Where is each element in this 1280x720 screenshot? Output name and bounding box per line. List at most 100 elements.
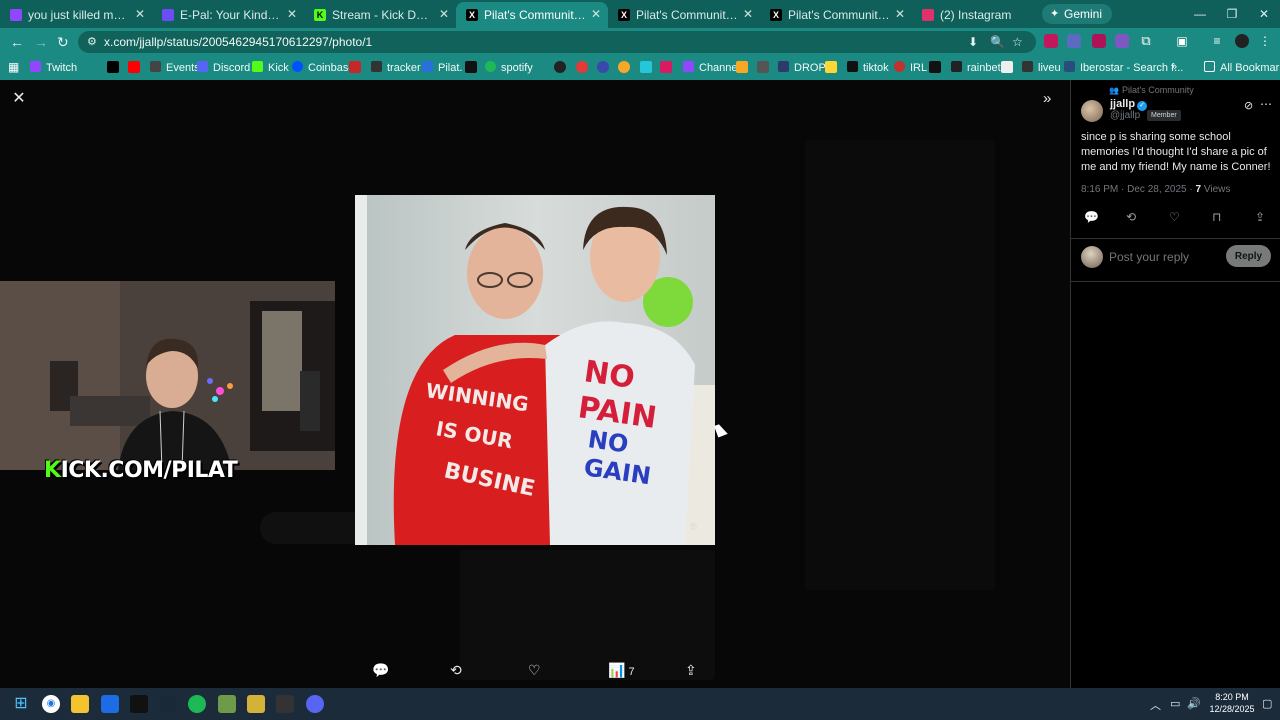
youtube-icon[interactable] <box>128 61 140 73</box>
bookmark-events[interactable]: Events <box>150 61 200 74</box>
post-photo[interactable]: WINNING IS OUR BUSINE NO PAIN NO GAIN <box>355 195 715 545</box>
close-icon[interactable]: ✕ <box>895 7 905 21</box>
tab-pilats-community[interactable]: X Pilat's Community Communi ✕ <box>760 2 912 28</box>
bookmark-star-icon[interactable]: ☆ <box>1012 35 1023 49</box>
close-icon[interactable]: ✕ <box>135 7 145 21</box>
tab-kick-dashboard[interactable]: K Stream - Kick Dashboard ✕ <box>304 2 456 28</box>
restore-button[interactable]: ❐ <box>1216 0 1248 28</box>
app-icon[interactable] <box>276 695 294 713</box>
share-icon[interactable]: ⇪ <box>685 662 697 679</box>
close-icon[interactable]: ✕ <box>287 7 297 21</box>
reading-list-icon[interactable]: ≡ <box>1210 34 1224 48</box>
profile-avatar[interactable] <box>1235 34 1249 48</box>
discord-icon[interactable] <box>306 695 324 713</box>
tray-chevron-icon[interactable]: ︿ <box>1150 697 1161 713</box>
extension-icon[interactable] <box>1092 34 1106 48</box>
extension-icon[interactable] <box>1044 34 1058 48</box>
bookmark-icon[interactable] <box>929 61 941 73</box>
bookmark-discord[interactable]: Discord <box>197 61 250 74</box>
expand-panel-icon[interactable]: » <box>1043 90 1051 107</box>
bookmark-spotify[interactable]: spotify <box>485 61 533 74</box>
minimize-button[interactable]: — <box>1184 0 1216 28</box>
bookmarks-overflow-icon[interactable]: » <box>1171 61 1177 73</box>
twitch-extension-icon[interactable] <box>1115 34 1129 48</box>
address-bar[interactable]: ⚙ x.com/jjallp/status/200546294517061229… <box>78 31 1036 53</box>
bookmark-drop[interactable]: DROP <box>778 61 826 74</box>
network-icon[interactable]: ▭ <box>1170 697 1180 710</box>
tab-epal[interactable]: E-Pal: Your Kind Teammates ✕ <box>152 2 304 28</box>
bookmark-icon[interactable]: ⊓ <box>1212 210 1221 224</box>
bookmark-icon[interactable] <box>576 61 588 73</box>
avatar[interactable] <box>1081 100 1103 122</box>
chrome-icon[interactable]: ◉ <box>42 695 60 713</box>
install-icon[interactable]: ⬇ <box>968 35 978 49</box>
community-label[interactable]: Pilat's Community <box>1109 85 1194 95</box>
epic-games-icon[interactable] <box>130 695 148 713</box>
bookmark-icon[interactable] <box>825 61 837 73</box>
author-handle[interactable]: @jjallp <box>1110 110 1140 121</box>
repost-icon[interactable]: ⟲ <box>1126 210 1136 224</box>
grok-icon[interactable]: ⊘ <box>1244 99 1253 112</box>
forward-button[interactable]: → <box>34 34 48 50</box>
views-button[interactable]: 📊 7 <box>608 662 635 679</box>
close-icon[interactable]: ✕ <box>10 90 28 108</box>
sidepanel-icon[interactable]: ▣ <box>1175 34 1189 48</box>
close-icon[interactable]: ✕ <box>439 7 449 21</box>
reply-input[interactable] <box>1109 248 1219 266</box>
start-icon[interactable]: ⊞ <box>12 695 30 713</box>
reply-icon[interactable]: 💬 <box>1084 210 1099 224</box>
back-button[interactable]: ← <box>10 34 24 50</box>
gemini-button[interactable]: Gemini <box>1041 4 1112 24</box>
post-timestamp[interactable]: 8:16 PM · Dec 28, 2025 · <box>1081 184 1196 195</box>
steam-icon[interactable] <box>159 695 177 713</box>
bookmark-irl[interactable]: IRL <box>894 61 927 74</box>
notification-icon[interactable]: ▢ <box>1262 697 1272 710</box>
repost-icon[interactable]: ⟲ <box>450 662 462 679</box>
bookmark-icon[interactable] <box>597 61 609 73</box>
all-bookmarks[interactable]: All Bookmarks <box>1204 61 1280 74</box>
menu-kebab-icon[interactable]: ⋮ <box>1258 34 1272 48</box>
bookmark-icon[interactable] <box>660 61 672 73</box>
bookmark-icon[interactable] <box>349 61 361 73</box>
zoom-icon[interactable]: 🔍 <box>990 35 1005 49</box>
share-icon[interactable]: ⇪ <box>1255 210 1265 224</box>
reply-button[interactable]: Reply <box>1226 245 1271 267</box>
bookmark-rainbet[interactable]: rainbet <box>951 61 1001 74</box>
puzzle-icon[interactable]: ⧉ <box>1139 34 1153 48</box>
bookmark-tiktok[interactable]: tiktok <box>847 61 889 74</box>
bookmark-kick[interactable]: Kick <box>252 61 289 74</box>
system-clock[interactable]: 8:20 PM 12/28/2025 <box>1208 691 1256 715</box>
bookmark-icon[interactable] <box>465 61 477 73</box>
tab-pilats-community[interactable]: X Pilat's Community Communi ✕ <box>608 2 760 28</box>
bookmark-icon[interactable] <box>640 61 652 73</box>
app-icon[interactable] <box>101 695 119 713</box>
volume-icon[interactable]: 🔊 <box>1187 697 1201 710</box>
bookmark-tracker[interactable]: tracker <box>371 61 421 74</box>
tab-pilats-community-active[interactable]: X Pilat's Community Communi ✕ <box>456 2 608 28</box>
like-icon[interactable]: ♡ <box>528 662 541 679</box>
apps-grid-icon[interactable]: ▦ <box>8 61 20 73</box>
reply-icon[interactable]: 💬 <box>372 662 389 679</box>
close-icon[interactable]: ✕ <box>591 7 601 21</box>
bookmark-twitch[interactable]: Twitch <box>30 61 77 74</box>
bookmark-iberostar[interactable]: Iberostar - Search f... <box>1064 61 1183 74</box>
x-icon[interactable] <box>107 61 119 73</box>
reload-button[interactable]: ↻ <box>57 34 69 51</box>
site-info-icon[interactable]: ⚙ <box>87 35 97 48</box>
extension-icon[interactable] <box>1067 34 1081 48</box>
bookmark-coinbase[interactable]: Coinbase <box>292 61 354 74</box>
close-icon[interactable]: ✕ <box>743 7 753 21</box>
minecraft-icon[interactable] <box>218 695 236 713</box>
more-options-icon[interactable]: ⋯ <box>1260 97 1272 111</box>
bookmark-icon[interactable] <box>618 61 630 73</box>
bookmark-pilat[interactable]: Pilat. <box>422 61 462 74</box>
bookmark-icon[interactable] <box>757 61 769 73</box>
bookmark-icon[interactable] <box>554 61 566 73</box>
spotify-icon[interactable] <box>188 695 206 713</box>
alt-text-icon[interactable]: ⌾ <box>690 521 704 535</box>
photo-backdrop[interactable]: ✕ » WINNING IS OUR BUSINE NO PAIN NO GAI… <box>0 80 1070 688</box>
like-icon[interactable]: ♡ <box>1169 210 1180 224</box>
tab-twitch[interactable]: you just killed me you - Twitc ✕ <box>0 2 152 28</box>
bookmark-channel[interactable]: Channel <box>683 61 740 74</box>
close-window-button[interactable]: ✕ <box>1248 0 1280 28</box>
